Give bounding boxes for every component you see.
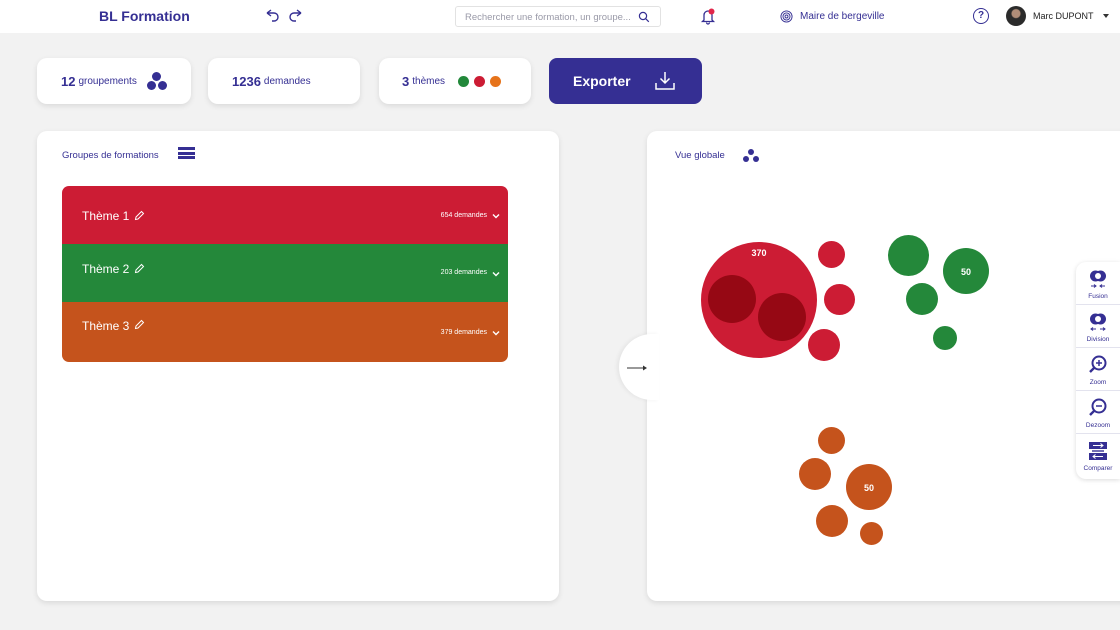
bubble-group-green[interactable]: [888, 235, 929, 276]
bubble-group-orange[interactable]: [799, 458, 831, 490]
theme-name: Thème 1: [82, 209, 130, 223]
avatar: [1006, 6, 1026, 26]
user-name: Marc DUPONT: [1033, 11, 1094, 21]
tool-label: Dezoom: [1085, 422, 1111, 429]
theme-dot-red: [474, 75, 486, 87]
visualization-tool-rail: Fusion Division Zoom Dezoom Comparer: [1076, 262, 1120, 479]
demandes-count: 1236: [232, 73, 261, 89]
theme-count: 654 demandes: [440, 212, 487, 219]
search-box: [455, 6, 661, 27]
help-icon[interactable]: ?: [973, 8, 989, 24]
search-input[interactable]: [465, 10, 633, 24]
edit-icon[interactable]: [134, 210, 145, 221]
global-view-panel: Vue globale 370 50 50: [647, 131, 1120, 601]
theme-name: Thème 2: [82, 262, 130, 276]
bubble-count-label: 50: [863, 483, 874, 493]
tool-label: Comparer: [1083, 465, 1113, 472]
tool-label: Fusion: [1088, 293, 1108, 300]
list-view-icon[interactable]: [178, 147, 195, 161]
edit-icon[interactable]: [134, 319, 145, 330]
theme-name: Thème 3: [82, 319, 130, 333]
bubble-group-orange[interactable]: [860, 522, 883, 545]
bubble-group-green[interactable]: [906, 283, 938, 315]
bubble-count-label: 50: [960, 267, 971, 277]
bubble-subgroup[interactable]: [708, 275, 756, 323]
groupements-label: groupements: [78, 75, 137, 87]
tool-label: Zoom: [1089, 379, 1107, 386]
fingerprint-icon: [780, 9, 793, 23]
app-brand[interactable]: BL Formation: [99, 8, 190, 24]
groups-cluster-icon[interactable]: [743, 149, 761, 163]
zoom-out-icon: [1089, 398, 1107, 416]
bubble-group-orange[interactable]: [816, 505, 848, 537]
groups-cluster-icon: [145, 70, 169, 92]
dezoom-button[interactable]: Dezoom: [1076, 391, 1120, 434]
undo-icon[interactable]: [264, 8, 280, 24]
theme-dot-orange: [490, 75, 502, 87]
groupements-stat-card: 12 groupements: [37, 58, 191, 104]
division-icon: [1090, 313, 1106, 331]
themes-label: thèmes: [412, 75, 446, 87]
notification-badge: [708, 8, 715, 15]
zoom-button[interactable]: Zoom: [1076, 348, 1120, 391]
bubble-group-green[interactable]: [933, 326, 957, 350]
fusion-icon: [1090, 270, 1106, 288]
bubble-count-label: 370: [751, 248, 767, 258]
themes-count: 3: [402, 73, 410, 89]
theme-count: 379 demandes: [440, 329, 487, 336]
redo-icon[interactable]: [288, 8, 304, 24]
compare-icon: [1089, 442, 1107, 460]
export-label: Exporter: [573, 73, 631, 89]
tool-label: Division: [1086, 336, 1110, 343]
bubble-group-red[interactable]: [824, 284, 855, 315]
fusion-button[interactable]: Fusion: [1076, 262, 1120, 305]
themes-stat-card: 3 thèmes: [379, 58, 531, 104]
organization-selector[interactable]: Maire de bergeville: [780, 7, 885, 25]
bubble-group-red[interactable]: [808, 329, 840, 361]
notification-bell-icon[interactable]: [700, 7, 716, 25]
panel-title: Groupes de formations: [62, 150, 159, 161]
theme-row-1[interactable]: Thème 1 654 demandes: [62, 186, 508, 244]
groupements-count: 12: [61, 73, 76, 89]
download-icon: [655, 72, 675, 90]
panel-collapse-handle[interactable]: [619, 334, 659, 400]
chevron-down-icon[interactable]: [492, 270, 500, 278]
arrow-right-icon: [627, 365, 647, 371]
demandes-stat-card: 1236 demandes: [208, 58, 360, 104]
compare-button[interactable]: Comparer: [1076, 434, 1120, 477]
edit-icon[interactable]: [134, 263, 145, 274]
chevron-down-icon[interactable]: [492, 329, 500, 337]
theme-dot-green: [458, 75, 470, 87]
division-button[interactable]: Division: [1076, 305, 1120, 348]
zoom-in-icon: [1089, 355, 1107, 373]
chevron-down-icon: [1102, 14, 1109, 18]
theme-count: 203 demandes: [440, 269, 487, 276]
bubble-group-orange[interactable]: [818, 427, 845, 454]
export-button[interactable]: Exporter: [549, 58, 702, 104]
search-icon[interactable]: [638, 11, 650, 23]
formation-groups-panel: Groupes de formations Thème 1 654 demand…: [37, 131, 559, 601]
theme-row-3[interactable]: Thème 3 379 demandes: [62, 302, 508, 362]
top-bar: BL Formation Maire de bergeville ? Marc …: [0, 0, 1120, 33]
bubble-group-red[interactable]: [818, 241, 845, 268]
chevron-down-icon[interactable]: [492, 212, 500, 220]
theme-row-2[interactable]: Thème 2 203 demandes: [62, 244, 508, 302]
organization-name: Maire de bergeville: [800, 10, 885, 22]
demandes-label: demandes: [263, 75, 311, 87]
bubble-subgroup[interactable]: [758, 293, 806, 341]
panel-title: Vue globale: [675, 150, 725, 161]
user-menu[interactable]: Marc DUPONT: [1006, 6, 1109, 26]
theme-color-dots: [458, 75, 502, 87]
